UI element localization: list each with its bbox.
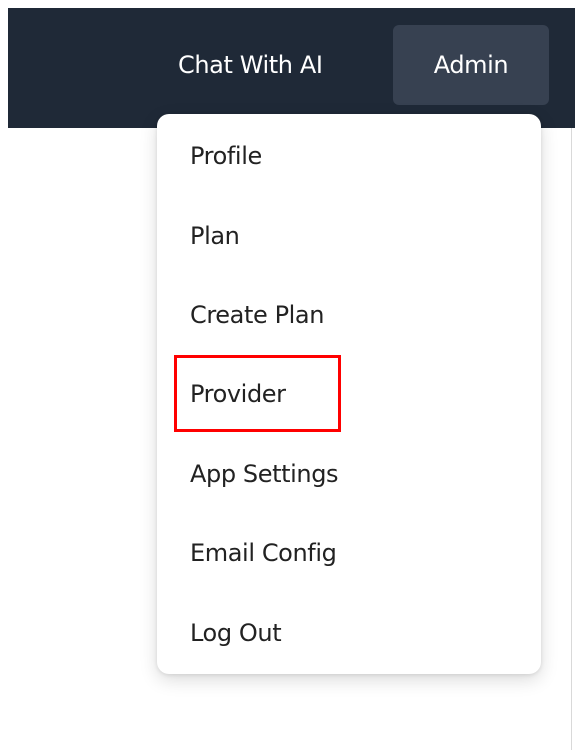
menu-item-provider[interactable]: Provider <box>157 360 541 428</box>
menu-item-profile[interactable]: Profile <box>157 122 541 190</box>
admin-menu-button[interactable]: Admin <box>393 25 549 105</box>
admin-dropdown-menu: Profile Plan Create Plan Provider App Se… <box>157 114 541 674</box>
menu-item-email-config[interactable]: Email Config <box>157 519 541 587</box>
menu-item-log-out[interactable]: Log Out <box>157 599 541 667</box>
menu-item-app-settings[interactable]: App Settings <box>157 440 541 508</box>
chat-with-ai-link[interactable]: Chat With AI <box>178 44 323 86</box>
menu-item-plan[interactable]: Plan <box>157 202 541 270</box>
top-navbar: Chat With AI Admin <box>8 8 575 128</box>
menu-item-create-plan[interactable]: Create Plan <box>157 281 541 349</box>
page: Chat With AI Admin Profile Plan Create P… <box>0 0 575 750</box>
page-edge-divider <box>571 128 572 750</box>
